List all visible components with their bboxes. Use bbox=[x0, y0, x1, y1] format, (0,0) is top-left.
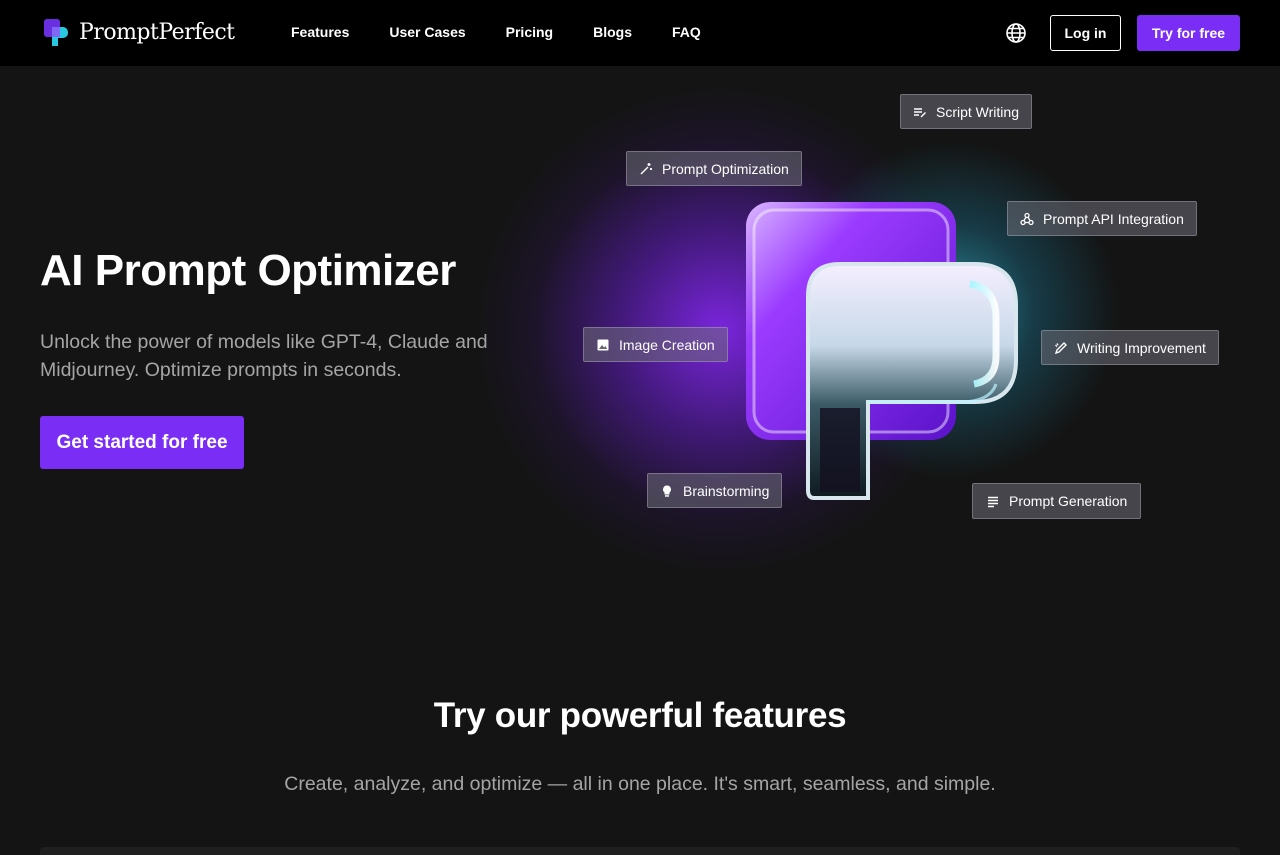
bulb-icon bbox=[660, 484, 674, 498]
tag-brainstorming[interactable]: Brainstorming bbox=[647, 473, 783, 508]
nav-features[interactable]: Features bbox=[291, 24, 349, 40]
login-button[interactable]: Log in bbox=[1050, 15, 1121, 51]
tag-image-creation[interactable]: Image Creation bbox=[583, 327, 728, 362]
tag-label: Prompt API Integration bbox=[1043, 210, 1184, 227]
hero-logo-illustration bbox=[740, 198, 1025, 508]
hero-title: AI Prompt Optimizer bbox=[40, 246, 456, 295]
nav-faq[interactable]: FAQ bbox=[672, 24, 701, 40]
features-title: Try our powerful features bbox=[433, 696, 847, 735]
edit-icon bbox=[1054, 341, 1068, 355]
tag-prompt-api-integration[interactable]: Prompt API Integration bbox=[1007, 201, 1197, 236]
logo-mark-icon bbox=[44, 19, 68, 46]
tag-label: Prompt Optimization bbox=[662, 160, 789, 177]
tag-label: Writing Improvement bbox=[1077, 339, 1206, 356]
get-started-button[interactable]: Get started for free bbox=[40, 416, 244, 469]
magic-wand-icon bbox=[639, 162, 653, 176]
nav-pricing[interactable]: Pricing bbox=[506, 24, 553, 40]
image-icon bbox=[596, 338, 610, 352]
script-icon bbox=[913, 105, 927, 119]
nav-user-cases[interactable]: User Cases bbox=[389, 24, 465, 40]
nav-links: Features User Cases Pricing Blogs FAQ bbox=[291, 24, 701, 40]
top-nav: PromptPerfect Features User Cases Pricin… bbox=[0, 0, 1280, 66]
feature-card-edge bbox=[40, 847, 1240, 855]
brand-logo[interactable]: PromptPerfect bbox=[44, 19, 235, 46]
tag-prompt-generation[interactable]: Prompt Generation bbox=[972, 483, 1142, 519]
tag-label: Prompt Generation bbox=[1009, 493, 1128, 509]
nav-blogs[interactable]: Blogs bbox=[593, 24, 632, 40]
globe-icon[interactable] bbox=[1005, 22, 1027, 44]
notes-icon bbox=[986, 494, 1000, 508]
tag-prompt-optimization[interactable]: Prompt Optimization bbox=[626, 151, 802, 186]
tag-label: Brainstorming bbox=[683, 482, 770, 499]
hero-subtitle: Unlock the power of models like GPT-4, C… bbox=[40, 331, 488, 381]
tag-label: Image Creation bbox=[619, 336, 715, 353]
tag-writing-improvement[interactable]: Writing Improvement bbox=[1041, 330, 1219, 365]
try-for-free-button[interactable]: Try for free bbox=[1137, 15, 1240, 51]
brand-name: PromptPerfect bbox=[79, 20, 235, 45]
features-subtitle: Create, analyze, and optimize — all in o… bbox=[284, 773, 996, 795]
tag-label: Script Writing bbox=[936, 103, 1019, 120]
webhook-icon bbox=[1020, 212, 1034, 226]
tag-script-writing[interactable]: Script Writing bbox=[900, 94, 1032, 129]
